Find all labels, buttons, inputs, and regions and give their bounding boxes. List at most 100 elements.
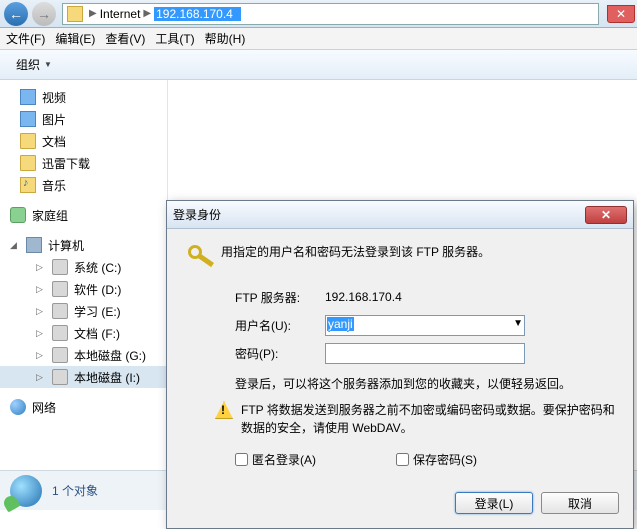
sidebar-label: 本地磁盘 (G:) [74,347,146,364]
server-label: FTP 服务器: [235,289,325,306]
save-password-checkbox[interactable] [396,453,409,466]
video-icon [20,89,36,105]
sidebar-label: 文档 (F:) [74,325,120,342]
expand-icon[interactable]: ▷ [36,328,46,339]
login-button[interactable]: 登录(L) [455,492,533,514]
sidebar-item-video[interactable]: 视频 [0,86,167,108]
key-icon [188,245,218,275]
username-selection: yanji [327,317,354,331]
sidebar-label: 家庭组 [32,207,68,224]
status-text: 1 个对象 [52,482,98,499]
server-value: 192.168.170.4 [325,290,615,304]
breadcrumb-host[interactable]: 192.168.170.4 [154,7,241,21]
anonymous-checkbox[interactable] [235,453,248,466]
password-row: 密码(P): [235,341,615,365]
sidebar-item-drive-i[interactable]: ▷ 本地磁盘 (I:) [0,366,167,388]
sidebar-item-drive-e[interactable]: ▷ 学习 (E:) [0,300,167,322]
music-icon [20,177,36,193]
sidebar-label: 迅雷下载 [42,155,90,172]
sidebar-item-computer[interactable]: ◢ 计算机 [0,234,167,256]
sidebar-item-xunlei[interactable]: 迅雷下载 [0,152,167,174]
expand-icon[interactable]: ▷ [36,306,46,317]
drive-icon [52,281,68,297]
sidebar-label: 本地磁盘 (I:) [74,369,140,386]
nav-back-button[interactable]: ← [4,2,28,26]
key-icon-container [185,243,221,275]
dialog-buttons: 登录(L) 取消 [167,492,633,528]
breadcrumb-internet[interactable]: Internet [100,7,141,21]
sidebar-item-network[interactable]: 网络 [0,396,167,418]
toolbar: 组织 ▼ [0,50,637,80]
sidebar-label: 学习 (E:) [74,303,121,320]
drive-icon [52,369,68,385]
dialog-close-button[interactable]: ✕ [585,206,627,224]
sidebar: 视频 图片 文档 迅雷下载 音乐 家庭组 ◢ 计算机 ▷ 系统 (C:) ▷ 软件 (… [0,80,168,470]
sidebar-item-drive-c[interactable]: ▷ 系统 (C:) [0,256,167,278]
folder-icon [20,155,36,171]
network-icon [10,399,26,415]
expand-icon[interactable]: ◢ [10,240,20,251]
menu-bar: 文件(F) 编辑(E) 查看(V) 工具(T) 帮助(H) [0,28,637,50]
sidebar-label: 网络 [32,399,56,416]
sidebar-label: 计算机 [48,237,84,254]
expand-icon[interactable]: ▷ [36,262,46,273]
sidebar-item-homegroup[interactable]: 家庭组 [0,204,167,226]
login-dialog: 登录身份 ✕ 用指定的用户名和密码无法登录到该 FTP 服务器。 FTP 服务器… [166,200,634,529]
dialog-note: 登录后，可以将这个服务器添加到您的收藏夹，以便轻易返回。 [235,375,615,393]
expand-icon[interactable]: ▷ [36,284,46,295]
sidebar-label: 软件 (D:) [74,281,121,298]
sidebar-item-drive-d[interactable]: ▷ 软件 (D:) [0,278,167,300]
dialog-titlebar[interactable]: 登录身份 ✕ [167,201,633,229]
expand-icon[interactable]: ▷ [36,350,46,361]
sidebar-item-music[interactable]: 音乐 [0,174,167,196]
chevron-right-icon: ▶ [143,8,151,19]
menu-tools[interactable]: 工具(T) [155,30,194,47]
menu-edit[interactable]: 编辑(E) [55,30,95,47]
drive-icon [52,303,68,319]
chevron-right-icon: ▶ [89,8,97,19]
documents-icon [20,133,36,149]
dialog-message: 用指定的用户名和密码无法登录到该 FTP 服务器。 [221,243,615,262]
password-label: 密码(P): [235,345,325,362]
username-row: 用户名(U): yanji ▼ [235,313,615,337]
dialog-body: 用指定的用户名和密码无法登录到该 FTP 服务器。 FTP 服务器: 192.1… [167,229,633,492]
address-bar[interactable]: ▶ Internet ▶ 192.168.170.4 [62,3,599,25]
homegroup-icon [10,207,26,223]
organize-label: 组织 [16,56,40,73]
menu-view[interactable]: 查看(V) [105,30,145,47]
checkbox-row: 匿名登录(A) 保存密码(S) [235,451,615,468]
sidebar-item-drive-f[interactable]: ▷ 文档 (F:) [0,322,167,344]
chevron-down-icon[interactable]: ▼ [513,318,523,329]
warning-text: FTP 将数据发送到服务器之前不加密或编码密码或数据。要保护密码和数据的安全，请… [241,401,615,437]
anonymous-checkbox-label[interactable]: 匿名登录(A) [235,451,316,468]
username-input[interactable] [325,315,525,336]
anon-text: 匿名登录(A) [252,451,316,468]
folder-icon [67,6,83,22]
menu-file[interactable]: 文件(F) [6,30,45,47]
sidebar-item-pictures[interactable]: 图片 [0,108,167,130]
menu-help[interactable]: 帮助(H) [205,30,246,47]
sidebar-item-documents[interactable]: 文档 [0,130,167,152]
password-input[interactable] [325,343,525,364]
warning-icon [215,401,233,419]
dialog-title: 登录身份 [173,206,221,223]
window-close-button[interactable]: ✕ [607,5,635,23]
save-password-checkbox-label[interactable]: 保存密码(S) [396,451,477,468]
chevron-down-icon: ▼ [44,60,52,69]
server-row: FTP 服务器: 192.168.170.4 [235,285,615,309]
sidebar-label: 系统 (C:) [74,259,121,276]
globe-icon [10,475,42,507]
drive-icon [52,347,68,363]
expand-icon[interactable]: ▷ [36,372,46,383]
sidebar-item-drive-g[interactable]: ▷ 本地磁盘 (G:) [0,344,167,366]
sidebar-label: 文档 [42,133,66,150]
computer-icon [26,237,42,253]
drive-icon [52,259,68,275]
organize-button[interactable]: 组织 ▼ [8,53,60,76]
nav-forward-button: → [32,2,56,26]
pictures-icon [20,111,36,127]
warning-row: FTP 将数据发送到服务器之前不加密或编码密码或数据。要保护密码和数据的安全，请… [215,401,615,437]
drive-icon [52,325,68,341]
cancel-button[interactable]: 取消 [541,492,619,514]
username-combo[interactable]: yanji ▼ [325,315,525,336]
